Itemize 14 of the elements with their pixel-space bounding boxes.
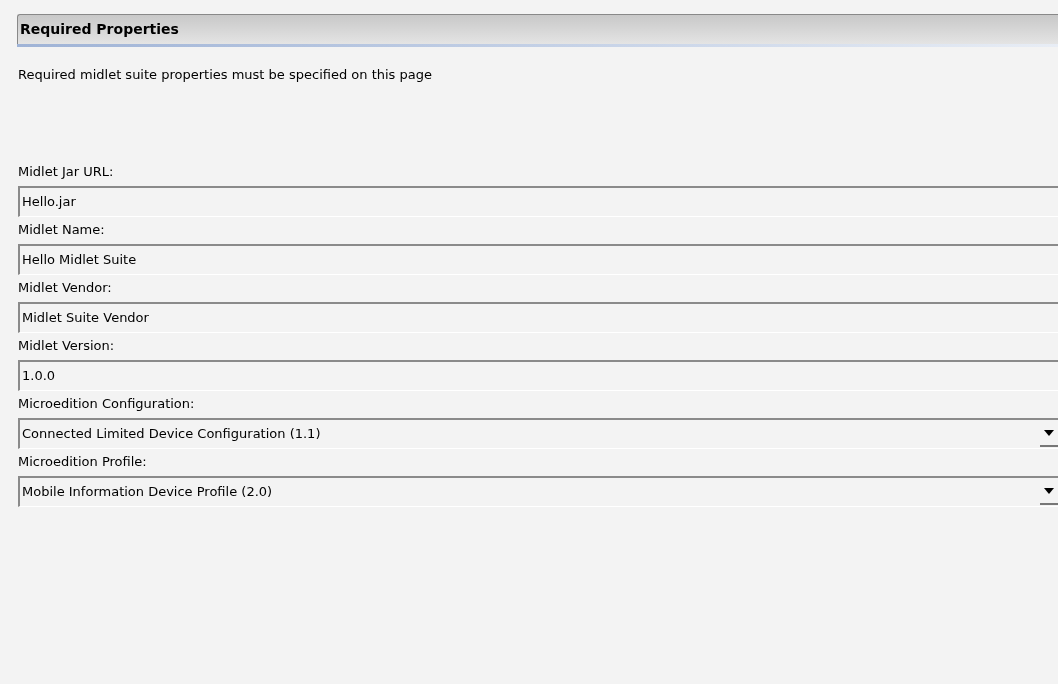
input-field[interactable]: Hello Midlet Suite (18, 243, 1058, 275)
input-field[interactable]: 1.0.0 (18, 359, 1058, 391)
field-label: Midlet Vendor: (18, 279, 112, 298)
field-label: Microedition Profile: (18, 453, 147, 472)
dropdown[interactable]: Mobile Information Device Profile (2.0) (18, 475, 1058, 507)
field-label: Midlet Name: (18, 221, 105, 240)
section-title: Required Properties (20, 20, 179, 39)
input-field[interactable]: Midlet Suite Vendor (18, 301, 1058, 333)
input-field[interactable]: Hello.jar (18, 185, 1058, 217)
dropdown[interactable]: Connected Limited Device Configuration (1.1) (18, 417, 1058, 449)
section-description: Required midlet suite properties must be specified on this page (18, 66, 432, 84)
field-label: Microedition Configuration: (18, 395, 195, 414)
field-label: Midlet Jar URL: (18, 163, 114, 182)
field-label: Midlet Version: (18, 337, 115, 356)
